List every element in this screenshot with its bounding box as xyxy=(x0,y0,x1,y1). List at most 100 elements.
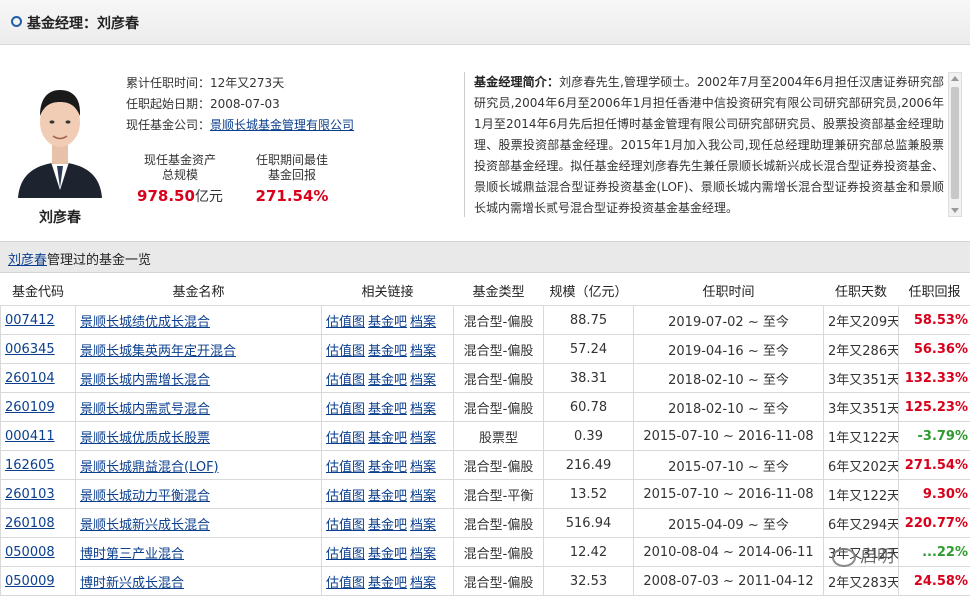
fund-code-link[interactable]: 006345 xyxy=(5,342,55,357)
fund-code-link[interactable]: 000411 xyxy=(5,429,55,444)
valuation-chart-link[interactable]: 估值图 xyxy=(326,315,365,330)
valuation-chart-link[interactable]: 估值图 xyxy=(326,518,365,533)
fund-profile-link[interactable]: 档案 xyxy=(410,518,436,533)
fund-profile-link[interactable]: 档案 xyxy=(410,576,436,591)
fund-type-cell: 混合型-偏股 xyxy=(453,566,544,596)
tenure-days-cell: 1年又122天 xyxy=(823,479,899,509)
table-row: 260103 景顺长城动力平衡混合 估值图 基金吧 档案 混合型-平衡 13.52 2015-… xyxy=(0,479,970,509)
fund-forum-link[interactable]: 基金吧 xyxy=(368,489,407,504)
fund-profile-link[interactable]: 档案 xyxy=(410,344,436,359)
scroll-thumb[interactable] xyxy=(951,87,959,199)
company-row: 现任基金公司：景顺长城基金管理有限公司 xyxy=(126,116,354,133)
fund-name-link[interactable]: 景顺长城集英两年定开混合 xyxy=(80,344,236,359)
tenure-period-cell: 2015-07-10 ~ 至今 xyxy=(633,450,824,480)
fund-name-link[interactable]: 景顺长城新兴成长混合 xyxy=(80,518,210,533)
fund-code-cell: 162605 xyxy=(0,450,76,480)
fund-name-cell: 景顺长城绩优成长混合 xyxy=(75,305,322,335)
fund-profile-link[interactable]: 档案 xyxy=(410,373,436,388)
tenure-return-cell: -3.79% xyxy=(898,421,970,451)
fund-name-link[interactable]: 景顺长城内需贰号混合 xyxy=(80,402,210,417)
fund-type-cell: 混合型-偏股 xyxy=(453,537,544,567)
fund-forum-link[interactable]: 基金吧 xyxy=(368,576,407,591)
fund-forum-link[interactable]: 基金吧 xyxy=(368,344,407,359)
fund-code-cell: 260109 xyxy=(0,392,76,422)
valuation-chart-link[interactable]: 估值图 xyxy=(326,576,365,591)
fund-forum-link[interactable]: 基金吧 xyxy=(368,547,407,562)
fund-size-cell: 0.39 xyxy=(543,421,634,451)
fund-forum-link[interactable]: 基金吧 xyxy=(368,431,407,446)
fund-profile-link[interactable]: 档案 xyxy=(410,547,436,562)
table-row: 050008 博时第三产业混合 估值图 基金吧 档案 混合型-偏股 12.42 2010-08… xyxy=(0,537,970,567)
intro-label: 基金经理简介： xyxy=(474,75,560,89)
fund-list-section-header: 刘彦春管理过的基金一览 xyxy=(0,241,970,273)
tenure-label: 累计任职时间： xyxy=(126,76,211,90)
fund-name-link[interactable]: 景顺长城优质成长股票 xyxy=(80,431,210,446)
fund-forum-link[interactable]: 基金吧 xyxy=(368,402,407,417)
scroll-down-icon[interactable] xyxy=(951,208,959,213)
tenure-days-cell: 2年又283天 xyxy=(823,566,899,596)
fund-name-link[interactable]: 博时新兴成长混合 xyxy=(80,576,184,591)
valuation-chart-link[interactable]: 估值图 xyxy=(326,431,365,446)
fund-name-link[interactable]: 景顺长城内需增长混合 xyxy=(80,373,210,388)
table-row: 260108 景顺长城新兴成长混合 估值图 基金吧 档案 混合型-偏股 516.94 2015… xyxy=(0,508,970,538)
circle-icon xyxy=(11,16,22,27)
fund-name-link[interactable]: 景顺长城绩优成长混合 xyxy=(80,315,210,330)
tenure-return-cell: 58.53% xyxy=(898,305,970,335)
fund-profile-link[interactable]: 档案 xyxy=(410,489,436,504)
fund-code-link[interactable]: 050009 xyxy=(5,574,55,589)
fund-code-link[interactable]: 050008 xyxy=(5,545,55,560)
fund-type-cell: 混合型-平衡 xyxy=(453,479,544,509)
valuation-chart-link[interactable]: 估值图 xyxy=(326,402,365,417)
valuation-chart-link[interactable]: 估值图 xyxy=(326,460,365,475)
scroll-up-icon[interactable] xyxy=(951,76,959,81)
table-row: 260104 景顺长城内需增长混合 估值图 基金吧 档案 混合型-偏股 38.31 2018-… xyxy=(0,363,970,393)
table-row: 162605 景顺长城鼎益混合(LOF) 估值图 基金吧 档案 混合型-偏股 216.49 2… xyxy=(0,450,970,480)
fund-profile-link[interactable]: 档案 xyxy=(410,460,436,475)
valuation-chart-link[interactable]: 估值图 xyxy=(326,344,365,359)
table-row: 007412 景顺长城绩优成长混合 估值图 基金吧 档案 混合型-偏股 88.75 2019-… xyxy=(0,305,970,335)
manager-name-link[interactable]: 刘彦春 xyxy=(8,253,47,268)
fund-name-cell: 景顺长城集英两年定开混合 xyxy=(75,334,322,364)
tenure-return-cell: 9.30% xyxy=(898,479,970,509)
company-link[interactable]: 景顺长城基金管理有限公司 xyxy=(210,118,354,132)
fund-code-link[interactable]: 162605 xyxy=(5,458,55,473)
fund-size-cell: 12.42 xyxy=(543,537,634,567)
fund-code-cell: 007412 xyxy=(0,305,76,335)
tenure-period-cell: 2015-04-09 ~ 至今 xyxy=(633,508,824,538)
fund-profile-link[interactable]: 档案 xyxy=(410,402,436,417)
fund-type-cell: 混合型-偏股 xyxy=(453,392,544,422)
best-return-metric: 任职期间最佳 基金回报 271.54% xyxy=(242,153,342,204)
tenure-return-cell: 132.33% xyxy=(898,363,970,393)
fund-size-cell: 88.75 xyxy=(543,305,634,335)
fund-type-cell: 混合型-偏股 xyxy=(453,508,544,538)
fund-name-cell: 博时新兴成长混合 xyxy=(75,566,322,596)
tenure-days-cell: 3年又351天 xyxy=(823,363,899,393)
fund-code-link[interactable]: 260104 xyxy=(5,371,55,386)
fund-code-link[interactable]: 007412 xyxy=(5,313,55,328)
tenure-return-cell: 271.54% xyxy=(898,450,970,480)
valuation-chart-link[interactable]: 估值图 xyxy=(326,489,365,504)
fund-name-link[interactable]: 景顺长城动力平衡混合 xyxy=(80,489,210,504)
tenure-row: 累计任职时间：12年又273天 xyxy=(126,74,284,91)
fund-name-link[interactable]: 景顺长城鼎益混合(LOF) xyxy=(80,460,219,475)
fund-code-cell: 006345 xyxy=(0,334,76,364)
fund-forum-link[interactable]: 基金吧 xyxy=(368,315,407,330)
fund-name-link[interactable]: 博时第三产业混合 xyxy=(80,547,184,562)
fund-forum-link[interactable]: 基金吧 xyxy=(368,518,407,533)
fund-size-cell: 516.94 xyxy=(543,508,634,538)
valuation-chart-link[interactable]: 估值图 xyxy=(326,373,365,388)
best-value: 271.54% xyxy=(255,187,329,205)
best-label-2: 基金回报 xyxy=(267,168,316,182)
fund-forum-link[interactable]: 基金吧 xyxy=(368,373,407,388)
manager-intro: 基金经理简介：刘彦春先生,管理学硕士。2002年7月至2004年6月担任汉唐证券… xyxy=(474,72,944,219)
fund-size-cell: 13.52 xyxy=(543,479,634,509)
fund-size-cell: 60.78 xyxy=(543,392,634,422)
fund-code-link[interactable]: 260109 xyxy=(5,400,55,415)
intro-scrollbar[interactable] xyxy=(948,72,962,217)
fund-profile-link[interactable]: 档案 xyxy=(410,431,436,446)
fund-code-link[interactable]: 260103 xyxy=(5,487,55,502)
fund-code-link[interactable]: 260108 xyxy=(5,516,55,531)
fund-forum-link[interactable]: 基金吧 xyxy=(368,460,407,475)
fund-profile-link[interactable]: 档案 xyxy=(410,315,436,330)
valuation-chart-link[interactable]: 估值图 xyxy=(326,547,365,562)
